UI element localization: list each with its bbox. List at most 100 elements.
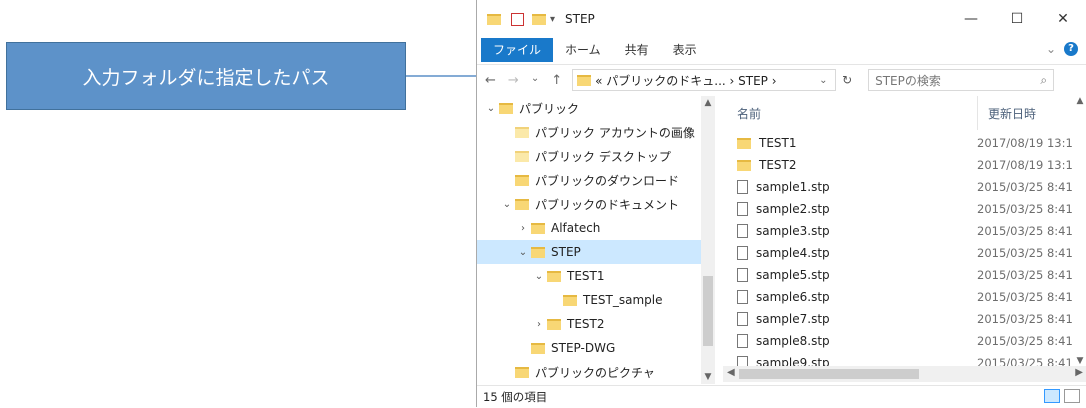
folder-icon <box>531 246 545 258</box>
horizontal-scrollbar[interactable]: ◀ ▶ <box>723 366 1086 382</box>
tree-item-label: パブリックのピクチャ <box>535 365 655 380</box>
chevron-down-icon[interactable]: ⌄ <box>531 271 547 282</box>
folder-icon <box>531 342 545 354</box>
forward-icon[interactable]: → <box>508 73 519 88</box>
tree-item[interactable]: › TEST2 <box>477 312 715 336</box>
tab-share[interactable]: 共有 <box>613 38 661 62</box>
tree-item[interactable]: STEP-DWG <box>477 336 715 360</box>
address-dropdown-icon[interactable]: ⌄ <box>819 75 835 86</box>
column-date-header[interactable]: 更新日時 <box>988 105 1036 122</box>
folder-icon <box>531 222 545 234</box>
tree-item[interactable]: TEST_sample <box>477 288 715 312</box>
file-name-cell: sample4.stp <box>737 246 977 260</box>
chevron-down-icon[interactable]: ⌄ <box>515 247 531 258</box>
tree-item[interactable]: パブリック アカウントの画像 <box>477 120 715 144</box>
scroll-thumb[interactable] <box>739 369 919 379</box>
tree-item[interactable]: ⌄ パブリックのドキュメント <box>477 192 715 216</box>
status-bar: 15 個の項目 <box>477 385 1086 408</box>
chevron-down-icon[interactable]: ⌄ <box>499 199 515 210</box>
tree-item[interactable]: ⌄ TEST1 <box>477 264 715 288</box>
chevron-down-icon[interactable]: ⌄ <box>483 103 499 114</box>
file-name-cell: sample6.stp <box>737 290 977 304</box>
navigation-scrollbar[interactable]: ▲ ▼ <box>701 96 715 384</box>
search-input[interactable]: STEPの検索 ⌕ <box>868 69 1055 91</box>
folder-icon <box>487 13 501 25</box>
file-row[interactable]: sample1.stp 2015/03/25 8:41 <box>723 176 1073 198</box>
file-row[interactable]: sample7.stp 2015/03/25 8:41 <box>723 308 1073 330</box>
navigation-pane: ⌄ パブリック パブリック アカウントの画像 パブリック デスクトップパブリックのダウ… <box>477 96 715 384</box>
folder-icon <box>515 198 529 210</box>
file-date: 2015/03/25 8:41 <box>977 180 1073 194</box>
file-name-cell: TEST2 <box>737 158 977 172</box>
customize-dropdown-icon[interactable]: ▾ <box>550 14 555 25</box>
refresh-icon[interactable]: ↻ <box>836 73 858 87</box>
column-headers: 名前 更新日時 <box>723 96 1086 130</box>
address-bar[interactable]: « パブリックのドキュ... › STEP › ⌄ <box>572 69 837 91</box>
file-date: 2015/03/25 8:41 <box>977 246 1073 260</box>
tree-item-label: TEST_sample <box>583 293 663 307</box>
file-name: sample8.stp <box>756 334 830 348</box>
address-path[interactable]: « パブリックのドキュ... › STEP › <box>595 72 815 89</box>
file-name: sample4.stp <box>756 246 830 260</box>
path-callout: 入力フォルダに指定したパス <box>6 42 406 110</box>
file-icon <box>737 290 748 304</box>
tab-view[interactable]: 表示 <box>661 38 709 62</box>
back-icon[interactable]: ← <box>485 73 496 88</box>
file-date: 2017/08/19 13:1 <box>977 158 1073 172</box>
scroll-thumb[interactable] <box>703 276 713 346</box>
tree-item[interactable]: › Alfatech <box>477 216 715 240</box>
file-row[interactable]: TEST1 2017/08/19 13:1 <box>723 132 1073 154</box>
explorer-window: ▾ STEP — ☐ ✕ ファイル ホーム 共有 表示 ⌄ ? ← → ⌄ ↑ … <box>476 0 1086 407</box>
file-name: sample3.stp <box>756 224 830 238</box>
file-row[interactable]: sample2.stp 2015/03/25 8:41 <box>723 198 1073 220</box>
tree-item[interactable]: パブリックのダウンロード <box>477 168 715 192</box>
checkbox-icon[interactable] <box>511 12 524 26</box>
tree-item-label: TEST2 <box>567 317 605 331</box>
tree-item-label: STEP <box>551 245 581 259</box>
up-icon[interactable]: ↑ <box>551 73 562 88</box>
chevron-right-icon[interactable]: › <box>515 223 531 234</box>
column-name-header[interactable]: 名前 <box>737 105 977 122</box>
tab-file[interactable]: ファイル <box>481 38 554 62</box>
folder-icon <box>563 294 577 306</box>
tree-item[interactable]: パブリック デスクトップ <box>477 144 715 168</box>
callout-text: 入力フォルダに指定したパス <box>82 66 330 89</box>
file-row[interactable]: TEST2 2017/08/19 13:1 <box>723 154 1073 176</box>
file-date: 2017/08/19 13:1 <box>977 136 1073 150</box>
large-icons-view-button[interactable] <box>1064 389 1080 403</box>
maximize-button[interactable]: ☐ <box>994 0 1040 38</box>
folder-icon <box>515 366 529 378</box>
scroll-right-icon[interactable]: ▶ <box>1075 367 1083 378</box>
new-folder-icon[interactable] <box>532 13 546 25</box>
close-button[interactable]: ✕ <box>1040 0 1086 38</box>
file-date: 2015/03/25 8:41 <box>977 224 1073 238</box>
tree-item[interactable]: ⌄ STEP <box>477 240 715 264</box>
scroll-down-icon[interactable]: ▼ <box>701 370 715 384</box>
scroll-left-icon[interactable]: ◀ <box>727 367 735 378</box>
tree-item[interactable]: ⌄ パブリック <box>477 96 707 120</box>
file-row[interactable]: sample8.stp 2015/03/25 8:41 <box>723 330 1073 352</box>
column-divider[interactable] <box>977 96 978 130</box>
scroll-up-icon[interactable]: ▲ <box>701 96 715 110</box>
file-row[interactable]: sample5.stp 2015/03/25 8:41 <box>723 264 1073 286</box>
details-view-button[interactable] <box>1044 389 1060 403</box>
tree-item-label: パブリックのダウンロード <box>535 173 680 188</box>
expand-ribbon-icon[interactable]: ⌄ <box>1046 42 1056 56</box>
tree-item-label: TEST1 <box>567 269 605 283</box>
minimize-button[interactable]: — <box>948 0 994 38</box>
scroll-down-icon[interactable]: ▼ <box>1073 356 1086 366</box>
scroll-up-icon[interactable]: ▲ <box>1073 96 1086 106</box>
tree-item[interactable]: パブリックのピクチャ <box>477 360 715 384</box>
folder-icon <box>737 137 751 149</box>
file-list-scrollbar[interactable]: ▲ ▼ <box>1073 96 1086 366</box>
file-row[interactable]: sample6.stp 2015/03/25 8:41 <box>723 286 1073 308</box>
help-icon[interactable]: ? <box>1064 42 1078 56</box>
file-list: 名前 更新日時 TEST1 2017/08/19 13:1 TEST2 2017/08… <box>723 96 1086 384</box>
recent-locations-icon[interactable]: ⌄ <box>531 73 539 88</box>
file-date: 2015/03/25 8:41 <box>977 202 1073 216</box>
file-row[interactable]: sample4.stp 2015/03/25 8:41 <box>723 242 1073 264</box>
file-row[interactable]: sample3.stp 2015/03/25 8:41 <box>723 220 1073 242</box>
chevron-right-icon[interactable]: › <box>531 319 547 330</box>
file-date: 2015/03/25 8:41 <box>977 334 1073 348</box>
tab-home[interactable]: ホーム <box>553 38 613 62</box>
